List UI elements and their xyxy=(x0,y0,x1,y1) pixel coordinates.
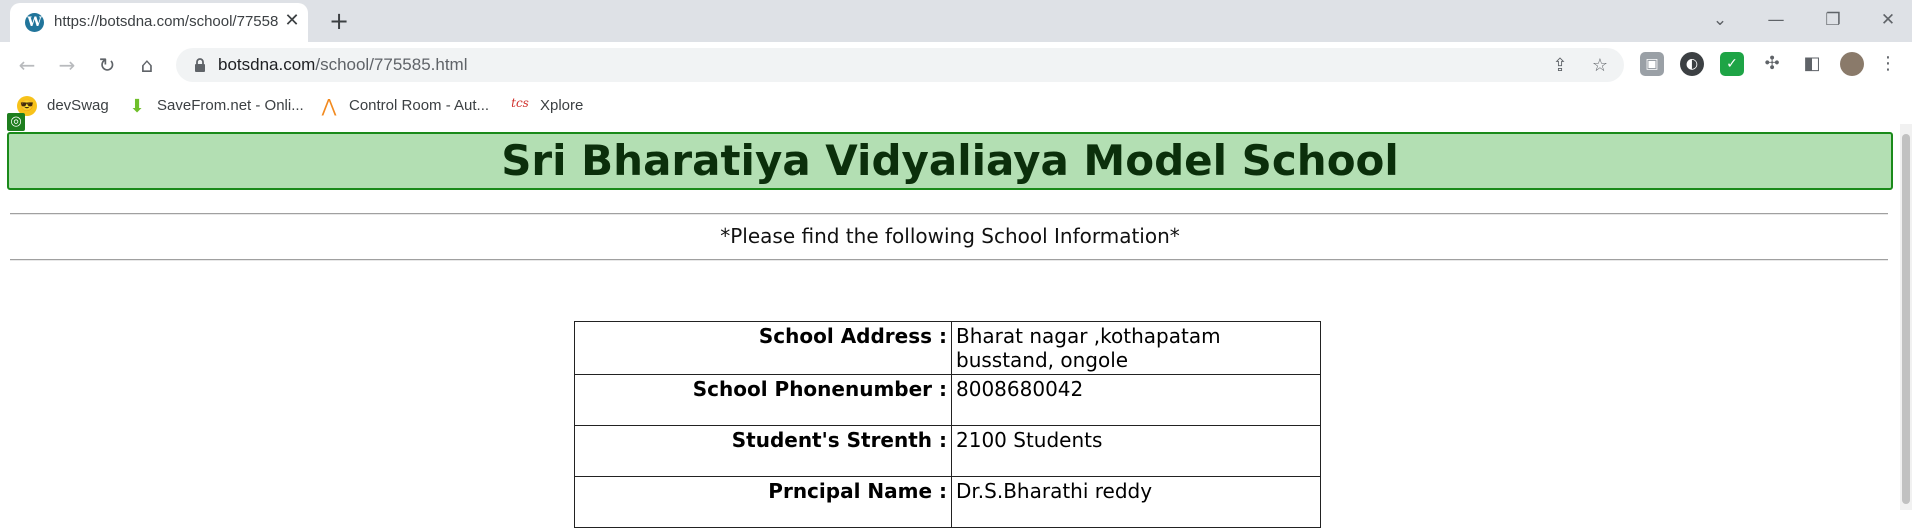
table-row: Prncipal Name : Dr.S.Bharathi reddy xyxy=(574,476,1321,528)
info-notice: *Please find the following School Inform… xyxy=(720,224,1180,248)
share-icon[interactable]: ⇪ xyxy=(1548,54,1572,78)
profile-avatar[interactable] xyxy=(1840,52,1864,76)
table-row: School Address : Bharat nagar ,kothapata… xyxy=(574,321,1321,375)
school-banner: Sri Bharatiya Vidyaliaya Model School xyxy=(7,132,1893,190)
shield-check-icon[interactable]: ✓ xyxy=(1720,52,1744,76)
url-host: botsdna.com xyxy=(218,55,316,74)
tab-close-icon[interactable]: ✕ xyxy=(280,9,304,33)
extension-icon-1[interactable]: ▣ xyxy=(1640,52,1664,76)
address-bar[interactable]: botsdna.com/school/775585.html ⇪ ☆ xyxy=(176,48,1624,82)
browser-toolbar: ← → ↻ ⌂ botsdna.com/school/775585.html ⇪… xyxy=(0,42,1912,88)
home-button[interactable]: ⌂ xyxy=(132,50,162,80)
phone-value: 8008680042 xyxy=(951,374,1321,426)
back-button[interactable]: ← xyxy=(12,50,42,80)
minimize-button[interactable]: — xyxy=(1756,4,1796,36)
bookmark-label: SaveFrom.net - Onli... xyxy=(157,97,304,114)
target-extension-icon[interactable]: ◎ xyxy=(7,113,25,131)
bookmark-devswag[interactable]: 😎 devSwag xyxy=(17,94,109,118)
extension-icon-2[interactable]: ◐ xyxy=(1680,52,1704,76)
bookmark-xplore[interactable]: tcs Xplore xyxy=(510,94,583,118)
reload-button[interactable]: ↻ xyxy=(92,50,122,80)
bookmark-control-room[interactable]: ⋀ Control Room - Aut... xyxy=(319,94,489,118)
address-value: Bharat nagar ,kothapatam busstand, ongol… xyxy=(951,321,1321,375)
bookmark-star-icon[interactable]: ☆ xyxy=(1588,54,1612,78)
url-path: /school/775585.html xyxy=(315,55,468,74)
restore-button[interactable]: ❐ xyxy=(1813,4,1853,36)
page-title: Sri Bharatiya Vidyaliaya Model School xyxy=(501,136,1399,185)
new-tab-button[interactable]: + xyxy=(325,7,353,35)
bookmark-label: Xplore xyxy=(540,97,584,114)
principal-value: Dr.S.Bharathi reddy xyxy=(951,476,1321,528)
bookmark-label: devSwag xyxy=(47,97,109,114)
principal-label: Prncipal Name : xyxy=(574,476,952,528)
download-arrow-icon: ⬇ xyxy=(129,96,145,117)
tab-search-icon[interactable]: ⌄ xyxy=(1700,4,1740,36)
school-info-table: School Address : Bharat nagar ,kothapata… xyxy=(574,321,1321,528)
phone-label: School Phonenumber : xyxy=(574,374,952,426)
extensions-puzzle-icon[interactable]: ✣ xyxy=(1760,52,1784,76)
close-window-button[interactable]: ✕ xyxy=(1868,4,1908,36)
scrollbar-thumb[interactable] xyxy=(1902,134,1910,504)
tab-strip: W https://botsdna.com/school/775585.html… xyxy=(0,0,1912,42)
bookmarks-bar: 😎 devSwag ⬇ SaveFrom.net - Onli... ⋀ Contro… xyxy=(0,88,1912,124)
browser-tab[interactable]: W https://botsdna.com/school/775585.html… xyxy=(10,3,308,42)
table-row: Student's Strenth : 2100 Students xyxy=(574,425,1321,477)
tab-title: https://botsdna.com/school/775585.html xyxy=(54,13,279,30)
forward-button[interactable]: → xyxy=(52,50,82,80)
bookmark-label: Control Room - Aut... xyxy=(349,97,490,114)
bookmark-savefrom[interactable]: ⬇ SaveFrom.net - Onli... xyxy=(127,94,304,118)
automation-anywhere-icon: ⋀ xyxy=(321,96,337,117)
divider-bottom xyxy=(10,259,1888,261)
divider-top xyxy=(10,213,1888,215)
side-panel-icon[interactable]: ◧ xyxy=(1800,52,1824,76)
vertical-scrollbar[interactable] xyxy=(1900,124,1912,510)
strength-value: 2100 Students xyxy=(951,425,1321,477)
wordpress-favicon-icon: W xyxy=(25,13,44,32)
menu-kebab-icon[interactable]: ⋮ xyxy=(1876,52,1900,76)
table-row: School Phonenumber : 8008680042 xyxy=(574,374,1321,426)
address-label: School Address : xyxy=(574,321,952,375)
lock-icon[interactable] xyxy=(192,57,208,73)
strength-label: Student's Strenth : xyxy=(574,425,952,477)
url-text[interactable]: botsdna.com/school/775585.html xyxy=(218,55,468,75)
tcs-icon: tcs xyxy=(511,96,529,111)
